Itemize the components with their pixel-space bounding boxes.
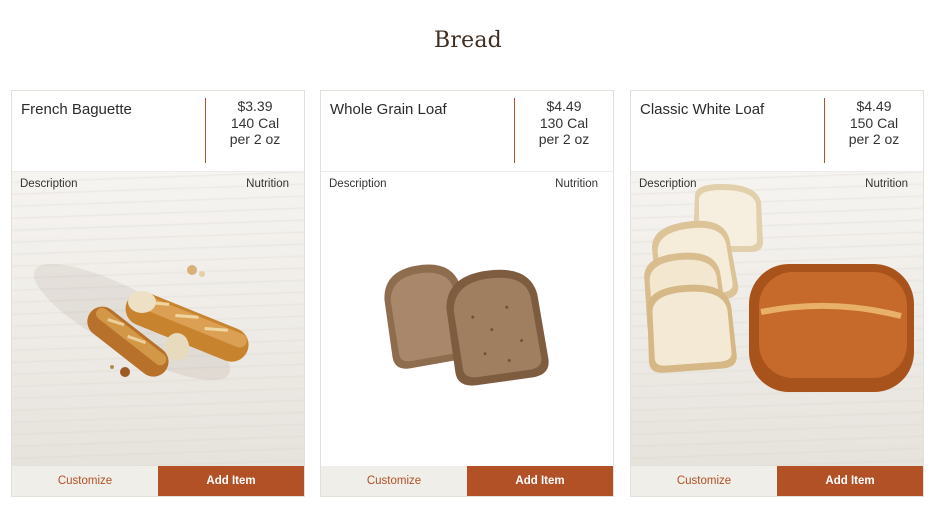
card-header: French Baguette $3.39 140 Cal per 2 oz	[12, 91, 304, 172]
item-price: $4.49	[856, 98, 892, 114]
whole-grain-loaf-image[interactable]	[321, 172, 613, 467]
item-name[interactable]: Whole Grain Loaf	[330, 101, 447, 118]
divider	[205, 98, 206, 163]
item-calories: 150 Cal	[849, 114, 899, 131]
card-actions: Customize Add Item	[631, 466, 923, 496]
section-title: Bread	[434, 28, 502, 53]
card-tabs: Description Nutrition	[631, 172, 923, 196]
item-serving: per 2 oz	[538, 131, 590, 147]
menu-card-classic-white-loaf[interactable]: Classic White Loaf $4.49 150 Cal per 2 o…	[630, 90, 924, 497]
add-item-button[interactable]: Add Item	[158, 466, 304, 496]
card-actions: Customize Add Item	[12, 466, 304, 496]
divider	[514, 98, 515, 163]
item-calories: 130 Cal	[539, 114, 589, 131]
price-block: $4.49 150 Cal per 2 oz	[826, 98, 922, 148]
tab-nutrition[interactable]: Nutrition	[246, 178, 289, 190]
tab-nutrition[interactable]: Nutrition	[865, 178, 908, 190]
tab-description[interactable]: Description	[329, 178, 387, 190]
item-calories: 140 Cal	[230, 114, 280, 131]
card-header: Classic White Loaf $4.49 150 Cal per 2 o…	[631, 91, 923, 172]
tab-description[interactable]: Description	[20, 178, 78, 190]
add-item-button[interactable]: Add Item	[777, 466, 923, 496]
card-header: Whole Grain Loaf $4.49 130 Cal per 2 oz	[321, 91, 613, 172]
item-price: $3.39	[237, 98, 273, 114]
menu-card-whole-grain-loaf[interactable]: Whole Grain Loaf $4.49 130 Cal per 2 oz	[320, 90, 614, 497]
item-price: $4.49	[546, 98, 582, 114]
customize-button[interactable]: Customize	[631, 466, 777, 496]
item-serving: per 2 oz	[229, 131, 281, 147]
card-tabs: Description Nutrition	[321, 172, 613, 196]
card-actions: Customize Add Item	[321, 466, 613, 496]
customize-button[interactable]: Customize	[321, 466, 467, 496]
card-tabs: Description Nutrition	[12, 172, 304, 196]
price-block: $3.39 140 Cal per 2 oz	[207, 98, 303, 148]
add-item-button[interactable]: Add Item	[467, 466, 613, 496]
tab-nutrition[interactable]: Nutrition	[555, 178, 598, 190]
item-name[interactable]: Classic White Loaf	[640, 101, 764, 118]
item-serving: per 2 oz	[848, 131, 900, 147]
tab-description[interactable]: Description	[639, 178, 697, 190]
customize-button[interactable]: Customize	[12, 466, 158, 496]
divider	[824, 98, 825, 163]
menu-card-french-baguette[interactable]: French Baguette $3.39 140 Cal per 2 oz D…	[11, 90, 305, 497]
price-block: $4.49 130 Cal per 2 oz	[516, 98, 612, 148]
french-baguette-image[interactable]	[12, 172, 304, 467]
item-name[interactable]: French Baguette	[21, 101, 132, 118]
classic-white-loaf-image[interactable]	[631, 172, 923, 467]
